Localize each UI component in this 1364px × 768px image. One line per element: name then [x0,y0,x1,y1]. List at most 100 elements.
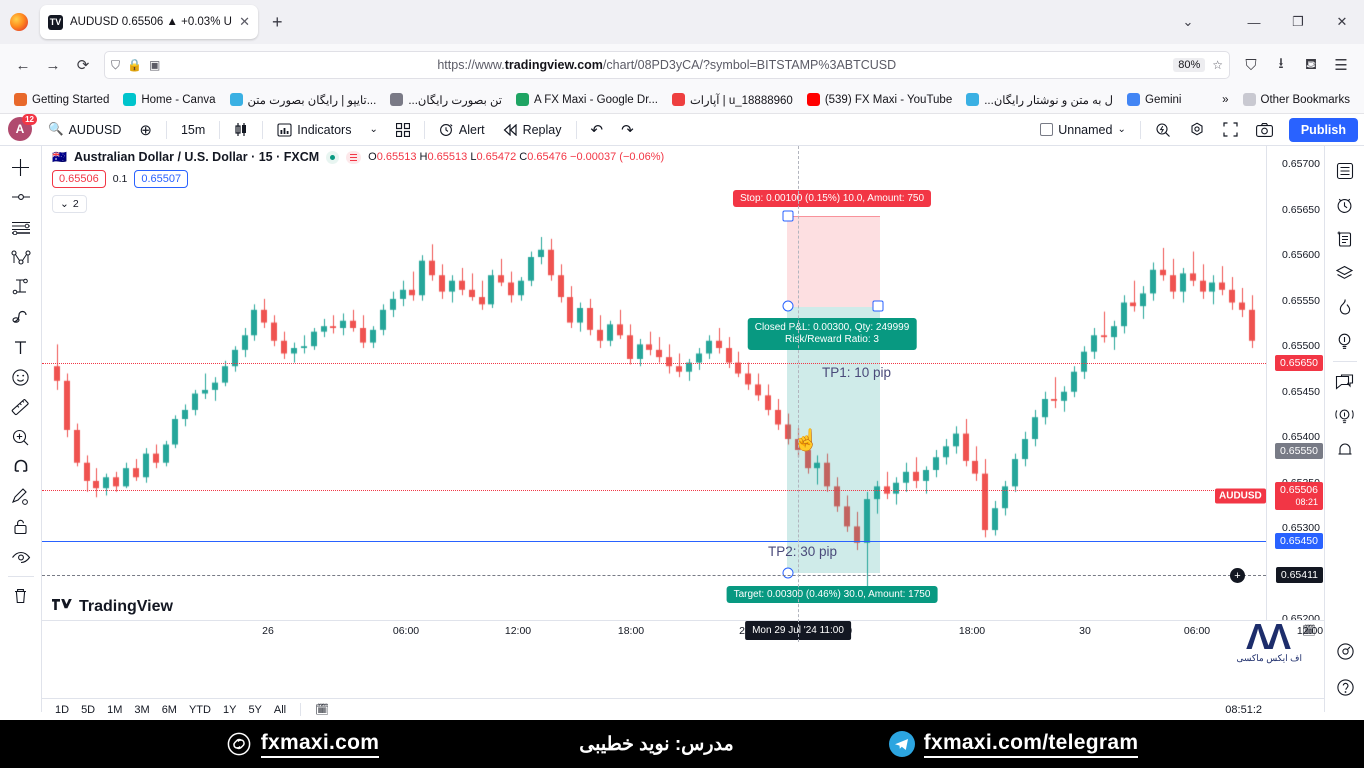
price-line[interactable] [42,575,1266,576]
timeframe-button[interactable]: 3M [129,702,154,718]
hotlist-icon[interactable] [1329,290,1361,324]
bid-price[interactable]: 0.65506 [52,170,106,188]
lock-icon[interactable] [5,512,37,542]
watchlist-icon[interactable] [1329,154,1361,188]
add-symbol-button[interactable]: ⊕ [131,117,160,143]
bookmark-item[interactable]: A FX Maxi - Google Dr... [510,91,664,108]
magnet-icon[interactable] [5,452,37,482]
trend-line-icon[interactable] [5,182,37,212]
timeframe-button[interactable]: 6M [157,702,182,718]
target-handle-bottom[interactable] [782,567,794,579]
tab-list-chevron-down-icon[interactable]: ⌄ [1166,2,1210,42]
entry-handle-right[interactable] [872,300,884,312]
timeframe-button[interactable]: 1Y [218,702,241,718]
pnl-label[interactable]: Closed P&L: 0.00300, Qty: 249999 Risk/Re… [747,318,917,350]
timeframe-button[interactable]: 5D [76,702,100,718]
timeframe-button[interactable]: 1D [50,702,74,718]
settings-icon[interactable] [1329,634,1361,668]
snapshot-button[interactable] [1248,117,1281,143]
calendar-icon[interactable]: 🗓 [1302,624,1316,637]
alert-button[interactable]: Alert [431,117,493,143]
bookmark-item[interactable]: Home - Canva [117,91,221,108]
ruler-icon[interactable] [5,392,37,422]
bookmark-item[interactable]: آپارات | u_18888960 [666,91,799,109]
bookmark-item[interactable]: (539) FX Maxi - YouTube [801,91,958,108]
stop-zone[interactable] [787,216,880,307]
zoom-icon[interactable] [5,422,37,452]
price-badge[interactable]: 0.65450 [1275,533,1323,549]
publish-button[interactable]: Publish [1288,117,1358,142]
timeframe-button[interactable]: All [269,702,291,718]
bookmark-item[interactable]: تایپو | رایگان بصورت متن... [224,91,383,109]
notes-icon[interactable] [1329,222,1361,256]
reload-icon[interactable]: ⟳ [68,50,98,80]
legend-settings-icon[interactable] [346,150,362,164]
symbol-search-button[interactable]: 🔍 AUDUSD [40,117,129,143]
trash-icon[interactable] [5,581,37,611]
timeframe-button[interactable]: YTD [184,702,216,718]
undo-button[interactable]: ↶ [583,117,612,143]
bookmark-star-icon[interactable]: ☆ [1212,58,1223,72]
bookmark-item[interactable]: ...تن بصورت رایگان [384,91,508,109]
stop-handle-top[interactable] [782,210,794,222]
history-icon[interactable] [1329,188,1361,222]
zoom-level-badge[interactable]: 80% [1173,58,1206,72]
price-line[interactable] [42,363,1266,364]
ideas-icon[interactable] [1329,324,1361,358]
browser-tab[interactable]: TV AUDUSD 0.65506 ▲ +0.03% Unr ✕ [40,5,258,39]
close-window-button[interactable]: ✕ [1320,2,1364,42]
help-icon[interactable] [1329,670,1361,704]
time-scale[interactable]: 2606:0012:0018:002906:0018:003006:0012:0… [42,620,1324,642]
user-avatar[interactable]: A 12 [8,113,37,143]
legend-title[interactable]: Australian Dollar / U.S. Dollar · 15 · F… [74,150,319,164]
replay-button[interactable]: Replay [495,117,570,143]
footer-telegram-label[interactable]: fxmaxi.com/telegram [923,731,1139,758]
emoji-icon[interactable] [5,362,37,392]
target-label[interactable]: Target: 0.00300 (0.46%) 30.0, Amount: 17… [726,586,938,603]
bookmark-item[interactable]: Gemini [1121,91,1187,108]
legend-visibility-icon[interactable] [326,150,340,164]
layout-templates-button[interactable] [388,117,418,143]
chart-type-button[interactable] [226,117,256,143]
app-menu-icon[interactable]: ☰ [1326,50,1356,80]
timeframe-button[interactable]: 1M [102,702,127,718]
overflow-chevron-icon[interactable]: » [1222,94,1228,106]
chart-settings-button[interactable] [1181,117,1213,143]
bookmark-item[interactable]: Getting Started [8,91,115,108]
hide-drawings-icon[interactable] [5,542,37,572]
url-bar[interactable]: ⛉ 🔒 ▣ https://www.tradingview.com/chart/… [104,51,1230,79]
text-icon[interactable] [5,332,37,362]
footer-website-label[interactable]: fxmaxi.com [260,731,380,758]
bookmark-item[interactable]: ...ل به متن و نوشتار رایگان [960,91,1119,109]
object-tree-icon[interactable] [1329,256,1361,290]
brush-icon[interactable] [5,302,37,332]
downloads-icon[interactable]: ⭳ [1266,50,1296,80]
timeframe-button[interactable]: 5Y [243,702,266,718]
chat-icon[interactable] [1329,365,1361,399]
crosshair-icon[interactable] [5,152,37,182]
date-range-icon[interactable]: 🗓 [310,701,334,718]
alerts-icon[interactable] [1329,433,1361,467]
stop-label[interactable]: Stop: 0.00100 (0.15%) 10.0, Amount: 750 [732,190,932,207]
price-scale[interactable]: 0.65700 0.65650 0.65600 0.65550 0.65500 0.654… [1215,146,1324,712]
chart-canvas[interactable]: Stop: 0.00100 (0.15%) 10.0, Amount: 750 … [42,146,1324,712]
back-icon[interactable]: ← [8,50,38,80]
indicators-button[interactable]: Indicators [269,117,359,143]
drawing-mode-icon[interactable] [5,482,37,512]
entry-handle-left[interactable] [782,300,794,312]
extensions-icon[interactable]: ⛾ [1296,50,1326,80]
price-badge[interactable]: 0.65550 [1275,443,1323,459]
broadcast-icon[interactable] [1329,399,1361,433]
fullscreen-button[interactable] [1215,117,1246,143]
save-layout-button[interactable]: Unnamed ⌄ [1032,117,1134,143]
quick-search-button[interactable] [1147,117,1179,143]
price-badge[interactable]: 0.65650 [1275,355,1323,371]
price-badge[interactable]: 0.65506 08:21 [1275,482,1323,510]
redo-button[interactable]: ↷ [613,117,642,143]
add-order-icon[interactable]: + [1230,568,1245,583]
maximize-button[interactable]: ❐ [1276,2,1320,42]
minimize-button[interactable]: — [1232,2,1276,42]
price-line[interactable] [42,490,1266,491]
measure-icon[interactable] [5,272,37,302]
indicators-dropdown-button[interactable]: ⌄ [361,117,385,143]
